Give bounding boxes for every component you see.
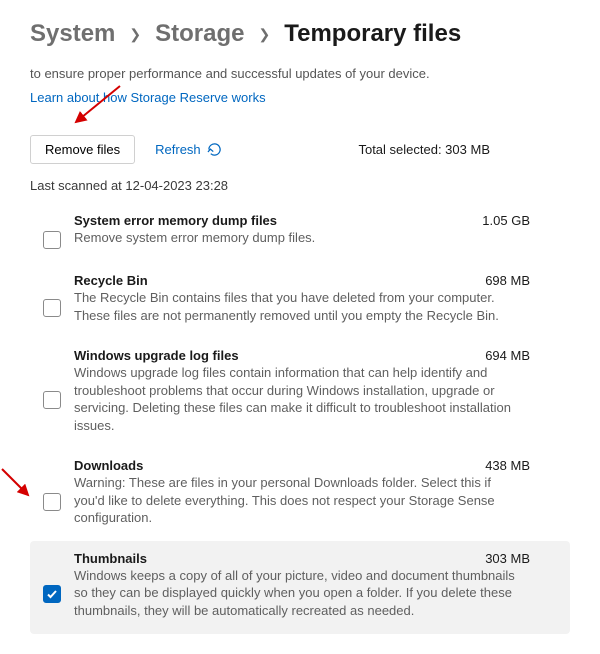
item-checkbox[interactable] bbox=[43, 231, 61, 249]
breadcrumb: System ❯ Storage ❯ Temporary files bbox=[30, 20, 570, 48]
refresh-button[interactable]: Refresh bbox=[155, 142, 222, 157]
last-scanned-label: Last scanned at 12-04-2023 23:28 bbox=[30, 178, 570, 193]
breadcrumb-current: Temporary files bbox=[284, 20, 461, 48]
chevron-right-icon: ❯ bbox=[258, 26, 270, 43]
truncated-description: to ensure proper performance and success… bbox=[30, 66, 570, 81]
item-checkbox[interactable] bbox=[43, 299, 61, 317]
item-title: Recycle Bin bbox=[74, 273, 148, 288]
chevron-right-icon: ❯ bbox=[129, 26, 141, 43]
remove-files-button[interactable]: Remove files bbox=[30, 135, 135, 164]
breadcrumb-storage[interactable]: Storage bbox=[155, 20, 244, 48]
item-checkbox[interactable] bbox=[43, 391, 61, 409]
item-size: 1.05 GB bbox=[482, 213, 560, 228]
item-checkbox[interactable] bbox=[43, 585, 61, 603]
list-item: Windows upgrade log files 694 MBWindows u… bbox=[30, 338, 570, 448]
item-title: Downloads bbox=[74, 458, 143, 473]
refresh-label: Refresh bbox=[155, 142, 201, 157]
list-item: Downloads 438 MBWarning: These are files … bbox=[30, 448, 570, 541]
item-title: Thumbnails bbox=[74, 551, 147, 566]
toolbar: Remove files Refresh Total selected: 303… bbox=[30, 135, 570, 164]
item-description: Windows keeps a copy of all of your pict… bbox=[74, 567, 560, 620]
list-item: System error memory dump files 1.05 GBRem… bbox=[30, 203, 570, 263]
check-icon bbox=[46, 588, 58, 600]
item-description: Windows upgrade log files contain inform… bbox=[74, 364, 560, 434]
item-checkbox[interactable] bbox=[43, 493, 61, 511]
item-size: 698 MB bbox=[485, 273, 560, 288]
item-size: 438 MB bbox=[485, 458, 560, 473]
item-description: Remove system error memory dump files. bbox=[74, 229, 560, 247]
item-size: 694 MB bbox=[485, 348, 560, 363]
item-description: The Recycle Bin contains files that you … bbox=[74, 289, 560, 324]
item-description: Warning: These are files in your persona… bbox=[74, 474, 560, 527]
total-selected-label: Total selected: 303 MB bbox=[358, 142, 490, 157]
storage-reserve-link[interactable]: Learn about how Storage Reserve works bbox=[30, 90, 266, 105]
refresh-icon bbox=[207, 142, 222, 157]
item-title: Windows upgrade log files bbox=[74, 348, 239, 363]
item-size: 303 MB bbox=[485, 551, 560, 566]
item-title: System error memory dump files bbox=[74, 213, 277, 228]
breadcrumb-system[interactable]: System bbox=[30, 20, 115, 48]
list-item: Recycle Bin 698 MBThe Recycle Bin contain… bbox=[30, 263, 570, 338]
list-item: Thumbnails 303 MBWindows keeps a copy of … bbox=[30, 541, 570, 634]
